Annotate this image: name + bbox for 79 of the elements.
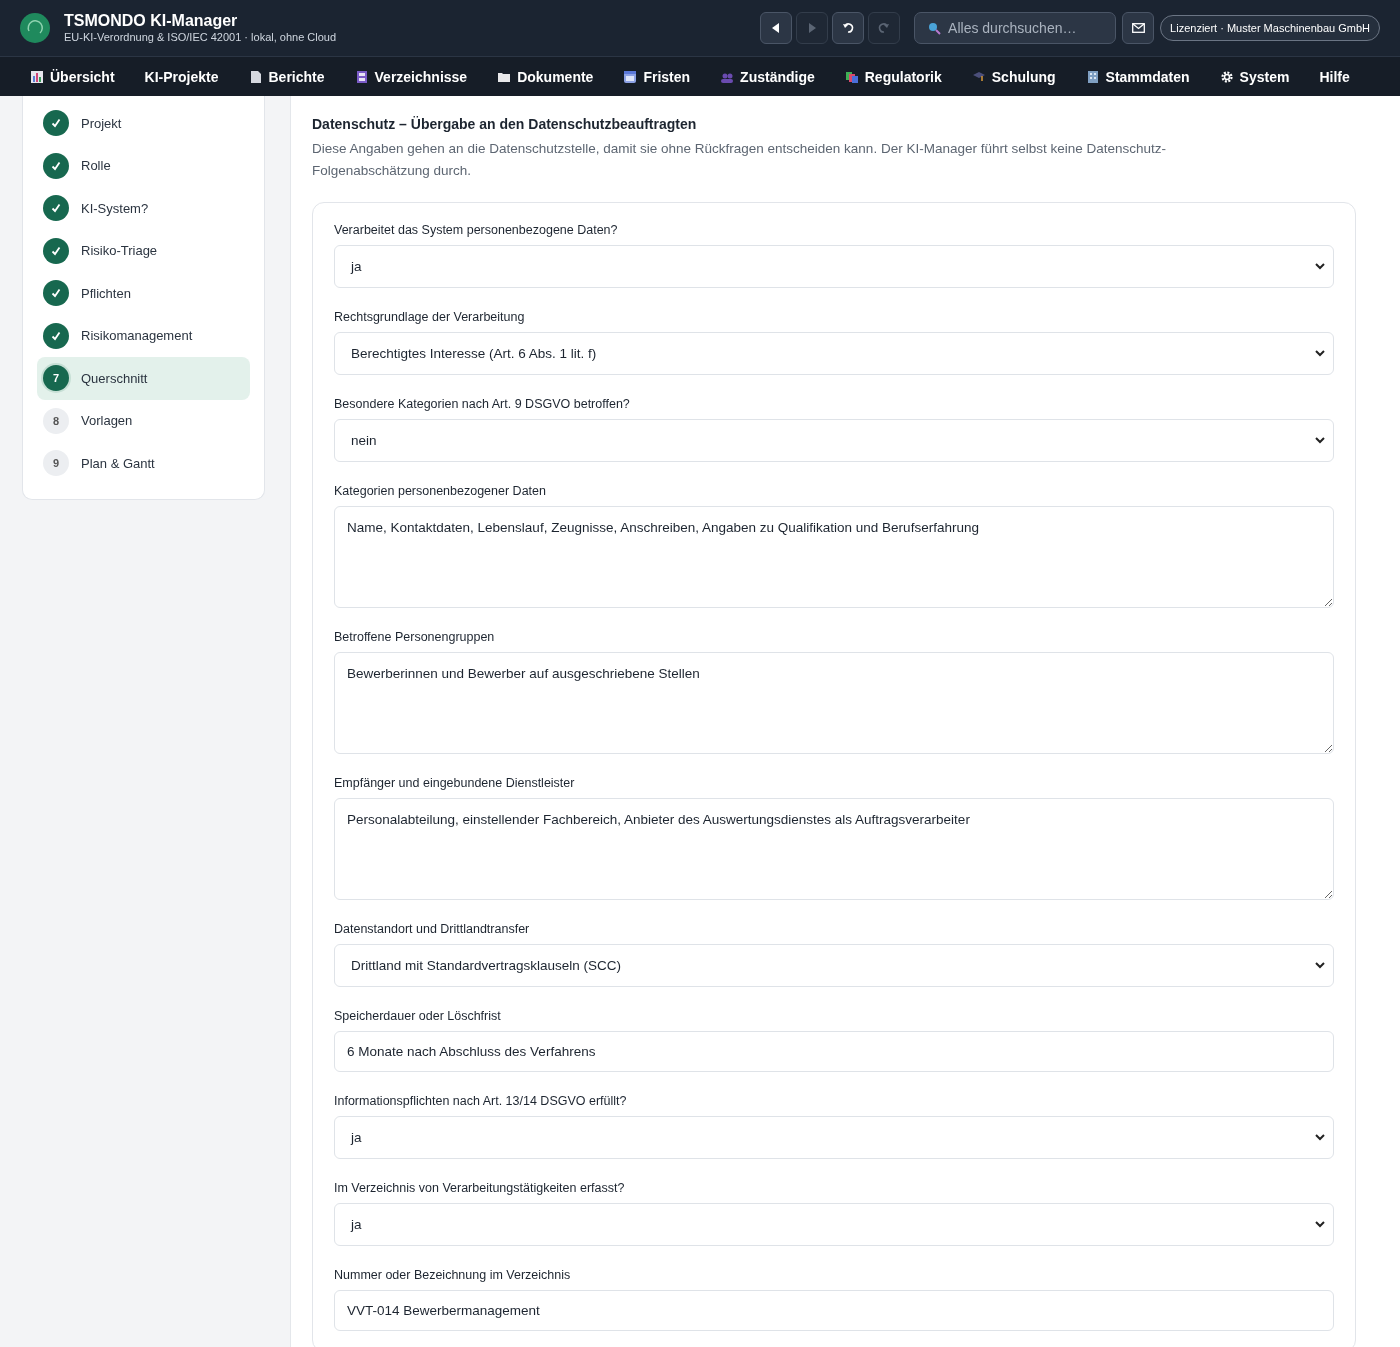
text-area[interactable]: Bewerberinnen und Bewerber auf ausgeschriebene Stellen xyxy=(334,652,1334,754)
select-field[interactable]: ja xyxy=(334,1116,1334,1159)
field-label: Besondere Kategorien nach Art. 9 DSGVO betroffen? xyxy=(334,397,631,411)
step-number: 8 xyxy=(43,407,69,434)
field-label: Betroffene Personengruppen xyxy=(334,630,496,644)
binder-icon xyxy=(354,69,369,84)
input-field[interactable]: VVT-014 Bewerbermanagement xyxy=(334,1290,1334,1331)
text-area[interactable]: Name, Kontaktdaten, Lebenslauf, Zeugnisse, Anschreiben, Angaben zu Qualifikation und Berufserfahrung xyxy=(334,506,1334,608)
check-icon xyxy=(43,280,69,307)
step-number: 7 xyxy=(43,365,69,392)
nav-item[interactable]: System xyxy=(1204,68,1305,85)
books-icon xyxy=(844,69,859,84)
app-subtitle: EU-KI-Verordnung & ISO/IEC 42001 · lokal, ohne Cloud xyxy=(64,30,338,44)
step-item[interactable]: 9 Plan & Gantt xyxy=(37,442,250,485)
step-item[interactable]: Risiko-Triage xyxy=(37,229,250,272)
field-label: Verarbeitet das System personenbezogene Daten? xyxy=(334,223,619,237)
graduation-cap-icon xyxy=(971,69,986,84)
field-label: Empfänger und eingebundene Dienstleister xyxy=(334,776,576,790)
field-label: Im Verzeichnis von Verarbeitungstätigkeiten erfasst? xyxy=(334,1181,626,1195)
redo-icon xyxy=(877,21,892,35)
search-field[interactable]: Alles durchsuchen… xyxy=(914,12,1117,44)
select-field[interactable]: ja xyxy=(334,245,1334,288)
nav-item[interactable]: Zuständige xyxy=(705,68,830,85)
select-field[interactable]: Drittland mit Standardvertragsklauseln (SCC) xyxy=(334,944,1334,987)
chevron-down-icon xyxy=(1315,350,1325,357)
field-label: Rechtsgrundlage der Verarbeitung xyxy=(334,310,526,324)
check-icon xyxy=(43,110,69,137)
nav-item[interactable]: Hilfe xyxy=(1304,68,1365,85)
nav-item[interactable]: Berichte xyxy=(233,68,340,85)
nav-item[interactable]: Stammdaten xyxy=(1070,68,1205,85)
step-item[interactable]: Risikomanagement xyxy=(37,314,250,357)
nav-item[interactable]: KI-Projekte xyxy=(129,68,234,85)
logo-icon xyxy=(20,13,50,43)
text-area[interactable]: Personalabteilung, einstellender Fachbereich, Anbieter des Auswertungsdienstes als Auftragsverarbeiter xyxy=(334,798,1334,900)
nav-item[interactable]: Schulung xyxy=(956,68,1071,85)
document-icon xyxy=(248,69,263,84)
step-item[interactable]: Pflichten xyxy=(37,272,250,315)
input-field[interactable]: 6 Monate nach Abschluss des Verfahrens xyxy=(334,1031,1334,1072)
field-label: Datenstandort und Drittlandtransfer xyxy=(334,922,531,936)
nav-item[interactable]: Dokumente xyxy=(482,68,609,85)
app-title: TSMONDO KI-Manager xyxy=(64,12,239,30)
building-icon xyxy=(1085,69,1100,84)
step-item[interactable]: Rolle xyxy=(37,144,250,187)
select-field[interactable]: Berechtigtes Interesse (Art. 6 Abs. 1 lit. f) xyxy=(334,332,1334,375)
nav-item[interactable]: Fristen xyxy=(608,68,706,85)
undo-icon xyxy=(841,21,856,35)
step-item[interactable]: KI-System? xyxy=(37,187,250,230)
check-icon xyxy=(43,237,69,264)
step-item[interactable]: 7 Querschnitt xyxy=(37,357,250,400)
nav-item[interactable]: Verzeichnisse xyxy=(339,68,483,85)
chevron-down-icon xyxy=(1315,263,1325,270)
select-field[interactable]: nein xyxy=(334,419,1334,462)
field-label: Nummer oder Bezeichnung im Verzeichnis xyxy=(334,1268,572,1282)
field-label: Speicherdauer oder Löschfrist xyxy=(334,1009,502,1023)
back-button[interactable] xyxy=(760,12,793,44)
nav-item[interactable]: Übersicht xyxy=(22,68,130,85)
undo-button[interactable] xyxy=(832,12,865,44)
calendar-icon xyxy=(623,69,638,84)
step-item[interactable]: Projekt xyxy=(37,102,250,145)
field-label: Informationspflichten nach Art. 13/14 DSGVO erfüllt? xyxy=(334,1094,628,1108)
section-description: Diese Angaben gehen an die Datenschutzstelle, damit sie ohne Rückfragen entscheiden kann. Der KI-Manager führt selbst keine Datenschutz-Folgenabschätzung durch. xyxy=(312,140,1167,180)
license-badge: Lizenziert · Muster Maschinenbau GmbH xyxy=(1160,15,1380,41)
field-label: Kategorien personenbezogener Daten xyxy=(334,484,547,498)
check-icon xyxy=(43,322,69,349)
bar-chart-icon xyxy=(30,69,44,84)
chevron-down-icon xyxy=(1315,437,1325,444)
step-item[interactable]: 8 Vorlagen xyxy=(37,399,250,442)
step-number: 9 xyxy=(43,450,69,477)
select-field[interactable]: ja xyxy=(334,1203,1334,1246)
settings-icon xyxy=(1219,69,1234,84)
check-icon xyxy=(43,195,69,222)
nav-item[interactable]: Regulatorik xyxy=(829,68,957,85)
chevron-down-icon xyxy=(1315,962,1325,969)
envelope-icon xyxy=(1131,23,1145,33)
section-title: Datenschutz – Übergabe an den Datenschutzbeauftragten xyxy=(312,116,698,132)
chevron-down-icon xyxy=(1315,1134,1325,1141)
chevron-down-icon xyxy=(1315,1221,1325,1228)
check-icon xyxy=(43,152,69,179)
mail-button[interactable] xyxy=(1122,12,1155,44)
